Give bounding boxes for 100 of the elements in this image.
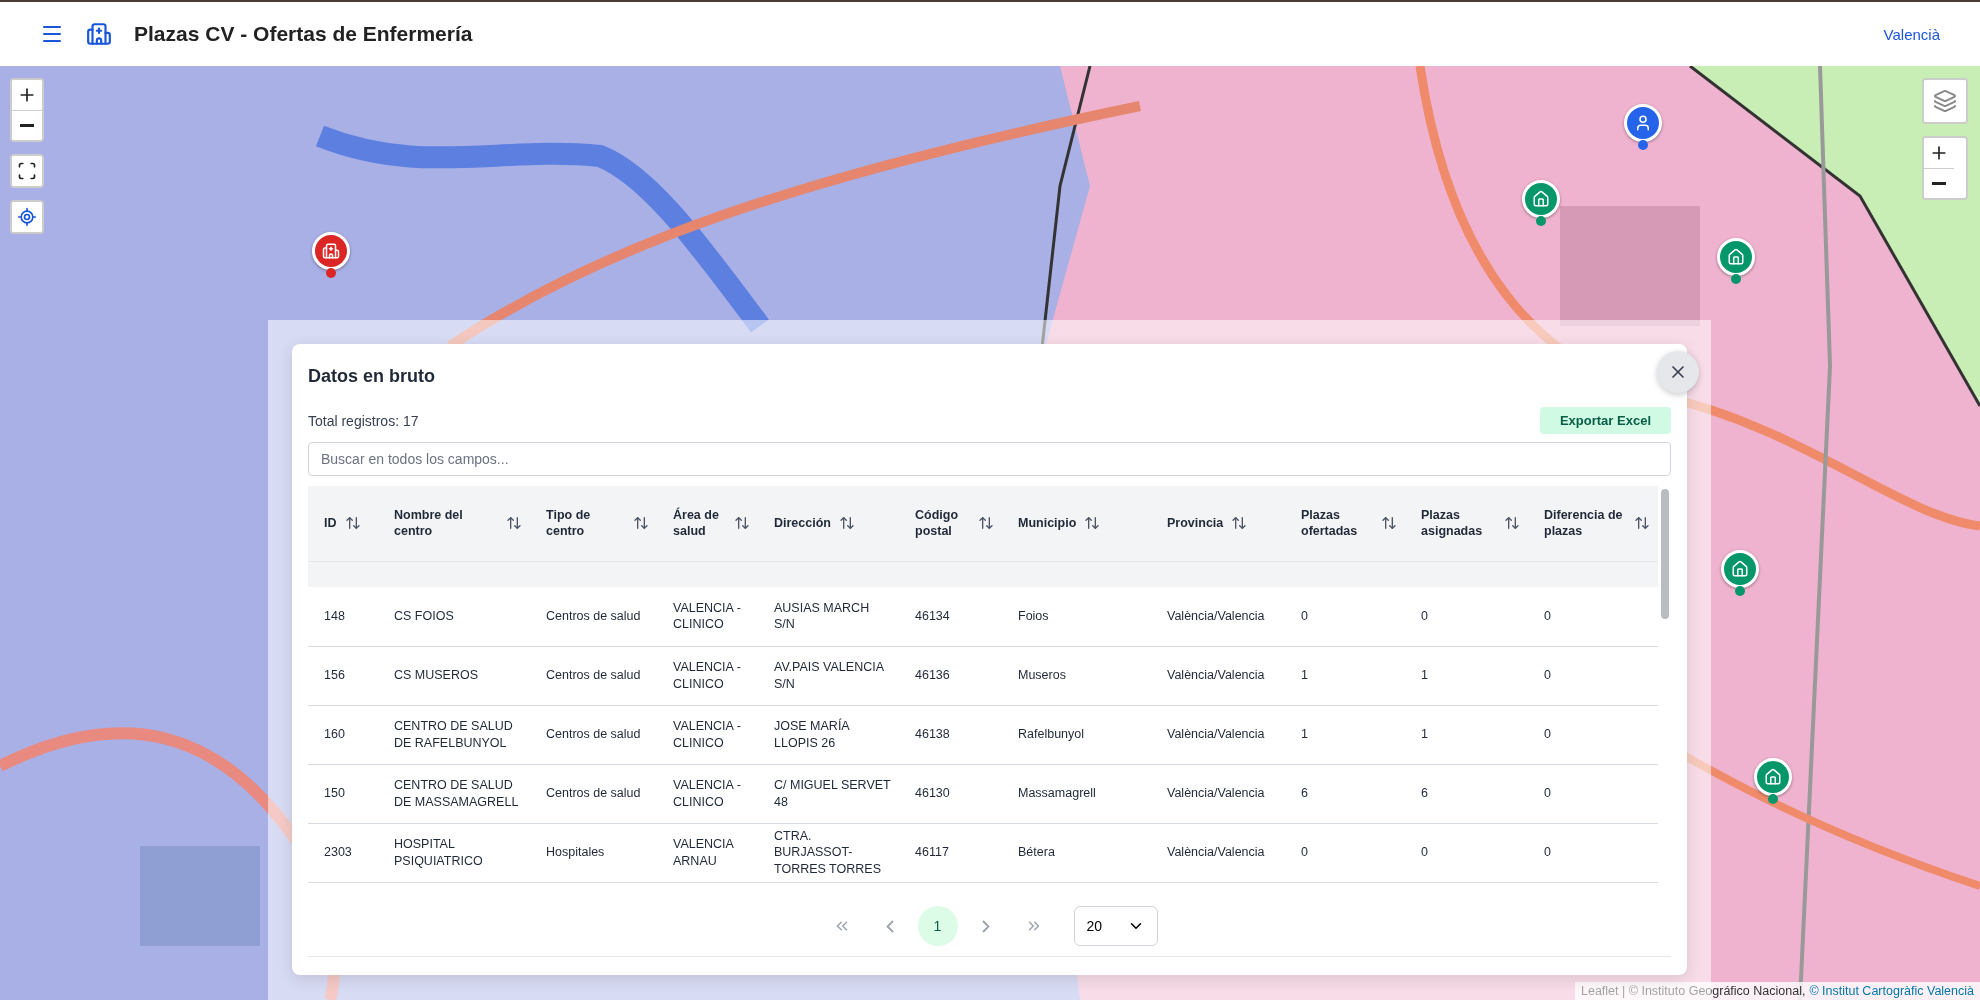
table-cell: VALENCIA - CLINICO xyxy=(657,587,758,646)
sort-icon[interactable] xyxy=(633,515,649,532)
table-cell: 46130 xyxy=(899,764,1002,823)
table-cell: 0 xyxy=(1405,823,1528,882)
minus-icon xyxy=(20,124,34,127)
sort-icon[interactable] xyxy=(1084,515,1101,532)
column-header[interactable]: Plazas asignadas xyxy=(1405,486,1528,561)
table-cell: 0 xyxy=(1285,823,1405,882)
table-cell: 0 xyxy=(1528,705,1658,764)
column-header[interactable]: Provincia xyxy=(1151,486,1285,561)
chevron-right-icon xyxy=(981,919,990,933)
sort-icon[interactable] xyxy=(1231,515,1248,532)
column-header[interactable]: Tipo de centro xyxy=(530,486,657,561)
sort-icon[interactable] xyxy=(1504,515,1520,532)
table-cell: 0 xyxy=(1528,823,1658,882)
table-cell: Foios xyxy=(1002,587,1151,646)
sort-icon[interactable] xyxy=(1634,515,1650,532)
table-cell: València/Valencia xyxy=(1151,646,1285,705)
table-cell: València/Valencia xyxy=(1151,823,1285,882)
table-cell: CS MUSEROS xyxy=(378,646,530,705)
table-cell: 1 xyxy=(1285,646,1405,705)
table-cell: 0 xyxy=(1528,764,1658,823)
column-header[interactable]: Código postal xyxy=(899,486,1002,561)
table-cell: 46138 xyxy=(899,705,1002,764)
hospital-logo-icon xyxy=(86,21,112,47)
layers-icon xyxy=(1933,89,1957,113)
table-cell: 46134 xyxy=(899,587,1002,646)
minus-icon xyxy=(1932,182,1946,185)
fullscreen-button[interactable] xyxy=(12,156,42,186)
table-cell: CTRA. BURJASSOT-TORRES TORRES xyxy=(758,823,899,882)
table-cell: VALENCIA ARNAU xyxy=(657,823,758,882)
column-header[interactable]: Plazas ofertadas xyxy=(1285,486,1405,561)
language-link[interactable]: Valencià xyxy=(1883,25,1940,43)
table-cell: València/Valencia xyxy=(1151,705,1285,764)
sort-icon[interactable] xyxy=(838,515,855,532)
table-cell: 6 xyxy=(1405,764,1528,823)
table-cell: C/ MIGUEL SERVET 48 xyxy=(758,764,899,823)
page-button[interactable]: 1 xyxy=(917,906,958,946)
table-cell: VALENCIA - CLINICO xyxy=(657,646,758,705)
table-cell: 0 xyxy=(1528,587,1658,646)
zoom-out-button[interactable] xyxy=(12,110,42,140)
zoom-out-button[interactable] xyxy=(1924,168,1954,198)
page-size-select[interactable]: 20 xyxy=(1073,906,1158,946)
column-header[interactable]: Nombre del centro xyxy=(378,486,530,561)
table-cell: 46117 xyxy=(899,823,1002,882)
table-cell: 0 xyxy=(1405,587,1528,646)
table-cell: 0 xyxy=(1285,587,1405,646)
close-button[interactable] xyxy=(1657,351,1699,393)
column-header[interactable]: Área de salud xyxy=(657,486,758,561)
locate-icon xyxy=(17,207,37,227)
table-cell: 156 xyxy=(308,646,378,705)
table-cell: AUSIAS MARCH S/N xyxy=(758,587,899,646)
column-header[interactable]: Municipio xyxy=(1002,486,1151,561)
table-cell: Hospitales xyxy=(530,823,657,882)
table-cell: Centros de salud xyxy=(530,705,657,764)
table-cell: Bétera xyxy=(1002,823,1151,882)
attribution-text: Leaflet | © Instituto Geográfico Nacional, xyxy=(1581,984,1806,998)
table-cell: 148 xyxy=(308,587,378,646)
sort-icon[interactable] xyxy=(506,515,522,532)
sort-icon[interactable] xyxy=(978,515,994,532)
layers-button[interactable] xyxy=(1924,80,1966,122)
table-cell: 160 xyxy=(308,705,378,764)
table-cell: VALENCIA - CLINICO xyxy=(657,764,758,823)
app-title: Plazas CV - Ofertas de Enfermería xyxy=(134,22,474,46)
sort-icon[interactable] xyxy=(734,515,750,532)
scrollbar-thumb[interactable] xyxy=(1661,489,1669,619)
table-cell: JOSE MARÍA LLOPIS 26 xyxy=(758,705,899,764)
table-cell: 1 xyxy=(1405,705,1528,764)
export-button[interactable]: Exportar Excel xyxy=(1539,407,1671,434)
table-cell: VALENCIA - CLINICO xyxy=(657,705,758,764)
table-cell: 0 xyxy=(1528,646,1658,705)
table-cell: AV.PAIS VALENCIA S/N xyxy=(758,646,899,705)
table-cell: 2303 xyxy=(308,823,378,882)
column-header[interactable]: Diferencia de plazas xyxy=(1528,486,1658,561)
table-cell: HOSPITAL PSIQUIATRICO xyxy=(378,823,530,882)
search-field[interactable]: Buscar en todos los campos... xyxy=(308,442,1671,476)
total-records: Total registros: 17 xyxy=(308,412,419,429)
table-cell: 1 xyxy=(1405,646,1528,705)
chevron-left-icon xyxy=(885,919,894,933)
table-cell: Centros de salud xyxy=(530,587,657,646)
table-cell: 1 xyxy=(1285,705,1405,764)
table-cell: CENTRO DE SALUD DE RAFELBUNYOL xyxy=(378,705,530,764)
column-header[interactable]: ID xyxy=(308,486,378,561)
column-header[interactable]: Dirección xyxy=(758,486,899,561)
table-cell: Museros xyxy=(1002,646,1151,705)
attribution-link[interactable]: © Institut Cartogràfic Valencià xyxy=(1809,984,1974,998)
table-cell: Centros de salud xyxy=(530,646,657,705)
fullscreen-icon xyxy=(17,161,37,181)
table-cell: 6 xyxy=(1285,764,1405,823)
sort-icon[interactable] xyxy=(1381,515,1397,532)
locate-button[interactable] xyxy=(12,202,42,232)
table-cell: 150 xyxy=(308,764,378,823)
table-cell: CS FOIOS xyxy=(378,587,530,646)
table-cell: Centros de salud xyxy=(530,764,657,823)
sort-icon[interactable] xyxy=(344,515,361,532)
table-cell: 46136 xyxy=(899,646,1002,705)
table-cell: CENTRO DE SALUD DE MASSAMAGRELL xyxy=(378,764,530,823)
dialog-title: Datos en bruto xyxy=(308,366,436,387)
table-cell: València/Valencia xyxy=(1151,764,1285,823)
table-cell: València/Valencia xyxy=(1151,587,1285,646)
